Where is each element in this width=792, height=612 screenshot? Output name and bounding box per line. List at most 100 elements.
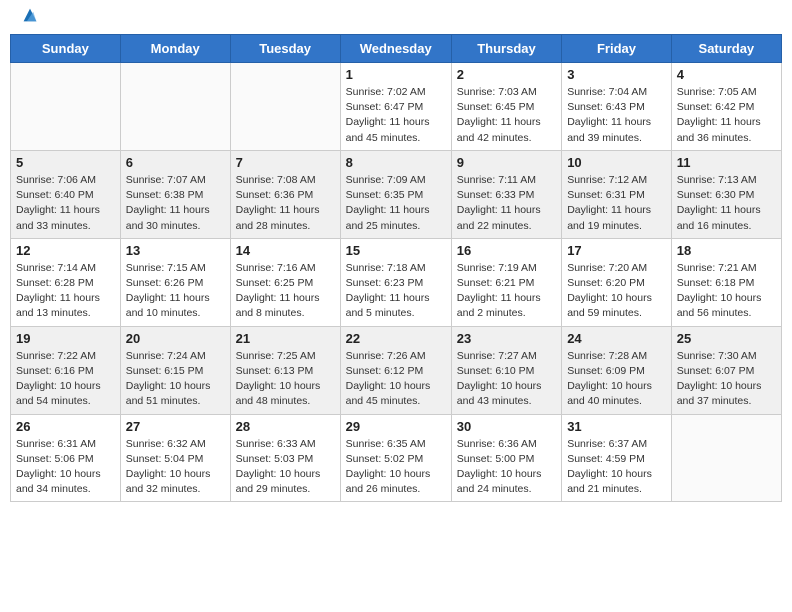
calendar-cell: 11Sunrise: 7:13 AM Sunset: 6:30 PM Dayli… — [671, 150, 781, 238]
calendar-cell: 16Sunrise: 7:19 AM Sunset: 6:21 PM Dayli… — [451, 238, 561, 326]
day-info: Sunrise: 7:05 AM Sunset: 6:42 PM Dayligh… — [677, 85, 776, 146]
calendar-cell: 22 Sunrise: 7:26 AM Sunset: 6:12 PM Dayli… — [340, 326, 451, 414]
day-number: 31 — [567, 419, 666, 434]
day-info: Sunrise: 7:25 AM Sunset: 6:13 PM Dayligh… — [236, 349, 335, 410]
day-header-sunday: Sunday — [11, 35, 121, 63]
day-info: Sunrise: 7:26 AM Sunset: 6:12 PM Dayligh… — [346, 349, 446, 410]
day-info: Sunrise: 7:11 AM Sunset: 6:33 PM Dayligh… — [457, 173, 556, 234]
day-number: 19 — [16, 331, 115, 346]
calendar-cell: 8Sunrise: 7:09 AM Sunset: 6:35 PM Daylig… — [340, 150, 451, 238]
day-number: 27 — [126, 419, 225, 434]
day-number: 5 — [16, 155, 115, 170]
calendar-cell: 14 Sunrise: 7:16 AM Sunset: 6:25 PM Dayli… — [230, 238, 340, 326]
day-number: 24 — [567, 331, 666, 346]
day-number: 14 — [236, 243, 335, 258]
calendar-cell: 24Sunrise: 7:28 AM Sunset: 6:09 PM Dayli… — [562, 326, 672, 414]
day-number: 25 — [677, 331, 776, 346]
day-info: Sunrise: 6:33 AM Sunset: 5:03 PM Dayligh… — [236, 437, 335, 498]
day-number: 3 — [567, 67, 666, 82]
day-info: Sunrise: 7:14 AM Sunset: 6:28 PM Dayligh… — [16, 261, 115, 322]
day-info: Sunrise: 7:19 AM Sunset: 6:21 PM Dayligh… — [457, 261, 556, 322]
day-info: Sunrise: 6:31 AM Sunset: 5:06 PM Dayligh… — [16, 437, 115, 498]
logo-icon — [22, 7, 38, 23]
day-info: Sunrise: 6:37 AM Sunset: 4:59 PM Dayligh… — [567, 437, 666, 498]
day-header-wednesday: Wednesday — [340, 35, 451, 63]
calendar-cell: 28 Sunrise: 6:33 AM Sunset: 5:03 PM Dayli… — [230, 414, 340, 502]
day-info: Sunrise: 7:08 AM Sunset: 6:36 PM Dayligh… — [236, 173, 335, 234]
day-number: 1 — [346, 67, 446, 82]
calendar-cell: 29 Sunrise: 6:35 AM Sunset: 5:02 PM Dayli… — [340, 414, 451, 502]
calendar-cell: 3 Sunrise: 7:04 AM Sunset: 6:43 PM Daylig… — [562, 63, 672, 151]
calendar-cell: 12 Sunrise: 7:14 AM Sunset: 6:28 PM Dayli… — [11, 238, 121, 326]
calendar-cell: 31 Sunrise: 6:37 AM Sunset: 4:59 PM Dayli… — [562, 414, 672, 502]
calendar-body: 1 Sunrise: 7:02 AM Sunset: 6:47 PM Daylig… — [11, 63, 782, 502]
day-number: 23 — [457, 331, 556, 346]
calendar-cell: 30 Sunrise: 6:36 AM Sunset: 5:00 PM Dayli… — [451, 414, 561, 502]
calendar-cell: 5 Sunrise: 7:06 AM Sunset: 6:40 PM Daylig… — [11, 150, 121, 238]
day-header-thursday: Thursday — [451, 35, 561, 63]
calendar-cell: 4 Sunrise: 7:05 AM Sunset: 6:42 PM Daylig… — [671, 63, 781, 151]
calendar-cell: 6 Sunrise: 7:07 AM Sunset: 6:38 PM Daylig… — [120, 150, 230, 238]
days-of-week-row: SundayMondayTuesdayWednesdayThursdayFrid… — [11, 35, 782, 63]
calendar-cell: 17Sunrise: 7:20 AM Sunset: 6:20 PM Dayli… — [562, 238, 672, 326]
day-number: 30 — [457, 419, 556, 434]
day-info: Sunrise: 7:20 AM Sunset: 6:20 PM Dayligh… — [567, 261, 666, 322]
day-info: Sunrise: 7:03 AM Sunset: 6:45 PM Dayligh… — [457, 85, 556, 146]
day-info: Sunrise: 7:06 AM Sunset: 6:40 PM Dayligh… — [16, 173, 115, 234]
day-header-tuesday: Tuesday — [230, 35, 340, 63]
day-info: Sunrise: 7:09 AM Sunset: 6:35 PM Dayligh… — [346, 173, 446, 234]
day-info: Sunrise: 7:24 AM Sunset: 6:15 PM Dayligh… — [126, 349, 225, 410]
day-number: 12 — [16, 243, 115, 258]
day-number: 29 — [346, 419, 446, 434]
day-info: Sunrise: 6:32 AM Sunset: 5:04 PM Dayligh… — [126, 437, 225, 498]
calendar-cell — [120, 63, 230, 151]
day-info: Sunrise: 7:12 AM Sunset: 6:31 PM Dayligh… — [567, 173, 666, 234]
calendar-table: SundayMondayTuesdayWednesdayThursdayFrid… — [10, 34, 782, 502]
calendar-week-5: 26Sunrise: 6:31 AM Sunset: 5:06 PM Dayli… — [11, 414, 782, 502]
day-info: Sunrise: 7:30 AM Sunset: 6:07 PM Dayligh… — [677, 349, 776, 410]
day-header-saturday: Saturday — [671, 35, 781, 63]
day-info: Sunrise: 7:07 AM Sunset: 6:38 PM Dayligh… — [126, 173, 225, 234]
calendar-week-3: 12 Sunrise: 7:14 AM Sunset: 6:28 PM Dayli… — [11, 238, 782, 326]
page-header — [10, 10, 782, 24]
day-info: Sunrise: 6:35 AM Sunset: 5:02 PM Dayligh… — [346, 437, 446, 498]
calendar-cell: 26Sunrise: 6:31 AM Sunset: 5:06 PM Dayli… — [11, 414, 121, 502]
calendar-cell: 9 Sunrise: 7:11 AM Sunset: 6:33 PM Daylig… — [451, 150, 561, 238]
calendar-cell: 27 Sunrise: 6:32 AM Sunset: 5:04 PM Dayli… — [120, 414, 230, 502]
calendar-week-2: 5 Sunrise: 7:06 AM Sunset: 6:40 PM Daylig… — [11, 150, 782, 238]
calendar-cell: 13 Sunrise: 7:15 AM Sunset: 6:26 PM Dayli… — [120, 238, 230, 326]
calendar-week-4: 19 Sunrise: 7:22 AM Sunset: 6:16 PM Dayli… — [11, 326, 782, 414]
day-header-friday: Friday — [562, 35, 672, 63]
day-number: 10 — [567, 155, 666, 170]
calendar-cell: 23 Sunrise: 7:27 AM Sunset: 6:10 PM Dayli… — [451, 326, 561, 414]
calendar-cell: 10 Sunrise: 7:12 AM Sunset: 6:31 PM Dayli… — [562, 150, 672, 238]
day-info: Sunrise: 7:18 AM Sunset: 6:23 PM Dayligh… — [346, 261, 446, 322]
day-info: Sunrise: 7:02 AM Sunset: 6:47 PM Dayligh… — [346, 85, 446, 146]
day-info: Sunrise: 6:36 AM Sunset: 5:00 PM Dayligh… — [457, 437, 556, 498]
day-number: 20 — [126, 331, 225, 346]
calendar-cell: 1 Sunrise: 7:02 AM Sunset: 6:47 PM Daylig… — [340, 63, 451, 151]
day-info: Sunrise: 7:15 AM Sunset: 6:26 PM Dayligh… — [126, 261, 225, 322]
day-info: Sunrise: 7:16 AM Sunset: 6:25 PM Dayligh… — [236, 261, 335, 322]
day-info: Sunrise: 7:04 AM Sunset: 6:43 PM Dayligh… — [567, 85, 666, 146]
day-number: 6 — [126, 155, 225, 170]
calendar-week-1: 1 Sunrise: 7:02 AM Sunset: 6:47 PM Daylig… — [11, 63, 782, 151]
day-info: Sunrise: 7:22 AM Sunset: 6:16 PM Dayligh… — [16, 349, 115, 410]
day-number: 9 — [457, 155, 556, 170]
day-number: 22 — [346, 331, 446, 346]
day-number: 13 — [126, 243, 225, 258]
calendar-cell: 21Sunrise: 7:25 AM Sunset: 6:13 PM Dayli… — [230, 326, 340, 414]
calendar-cell: 15Sunrise: 7:18 AM Sunset: 6:23 PM Dayli… — [340, 238, 451, 326]
day-number: 18 — [677, 243, 776, 258]
day-header-monday: Monday — [120, 35, 230, 63]
day-info: Sunrise: 7:27 AM Sunset: 6:10 PM Dayligh… — [457, 349, 556, 410]
calendar-cell — [671, 414, 781, 502]
calendar-cell — [11, 63, 121, 151]
calendar-cell — [230, 63, 340, 151]
calendar-cell: 2Sunrise: 7:03 AM Sunset: 6:45 PM Daylig… — [451, 63, 561, 151]
day-number: 28 — [236, 419, 335, 434]
day-number: 11 — [677, 155, 776, 170]
day-number: 4 — [677, 67, 776, 82]
calendar-cell: 7Sunrise: 7:08 AM Sunset: 6:36 PM Daylig… — [230, 150, 340, 238]
logo — [20, 15, 38, 19]
